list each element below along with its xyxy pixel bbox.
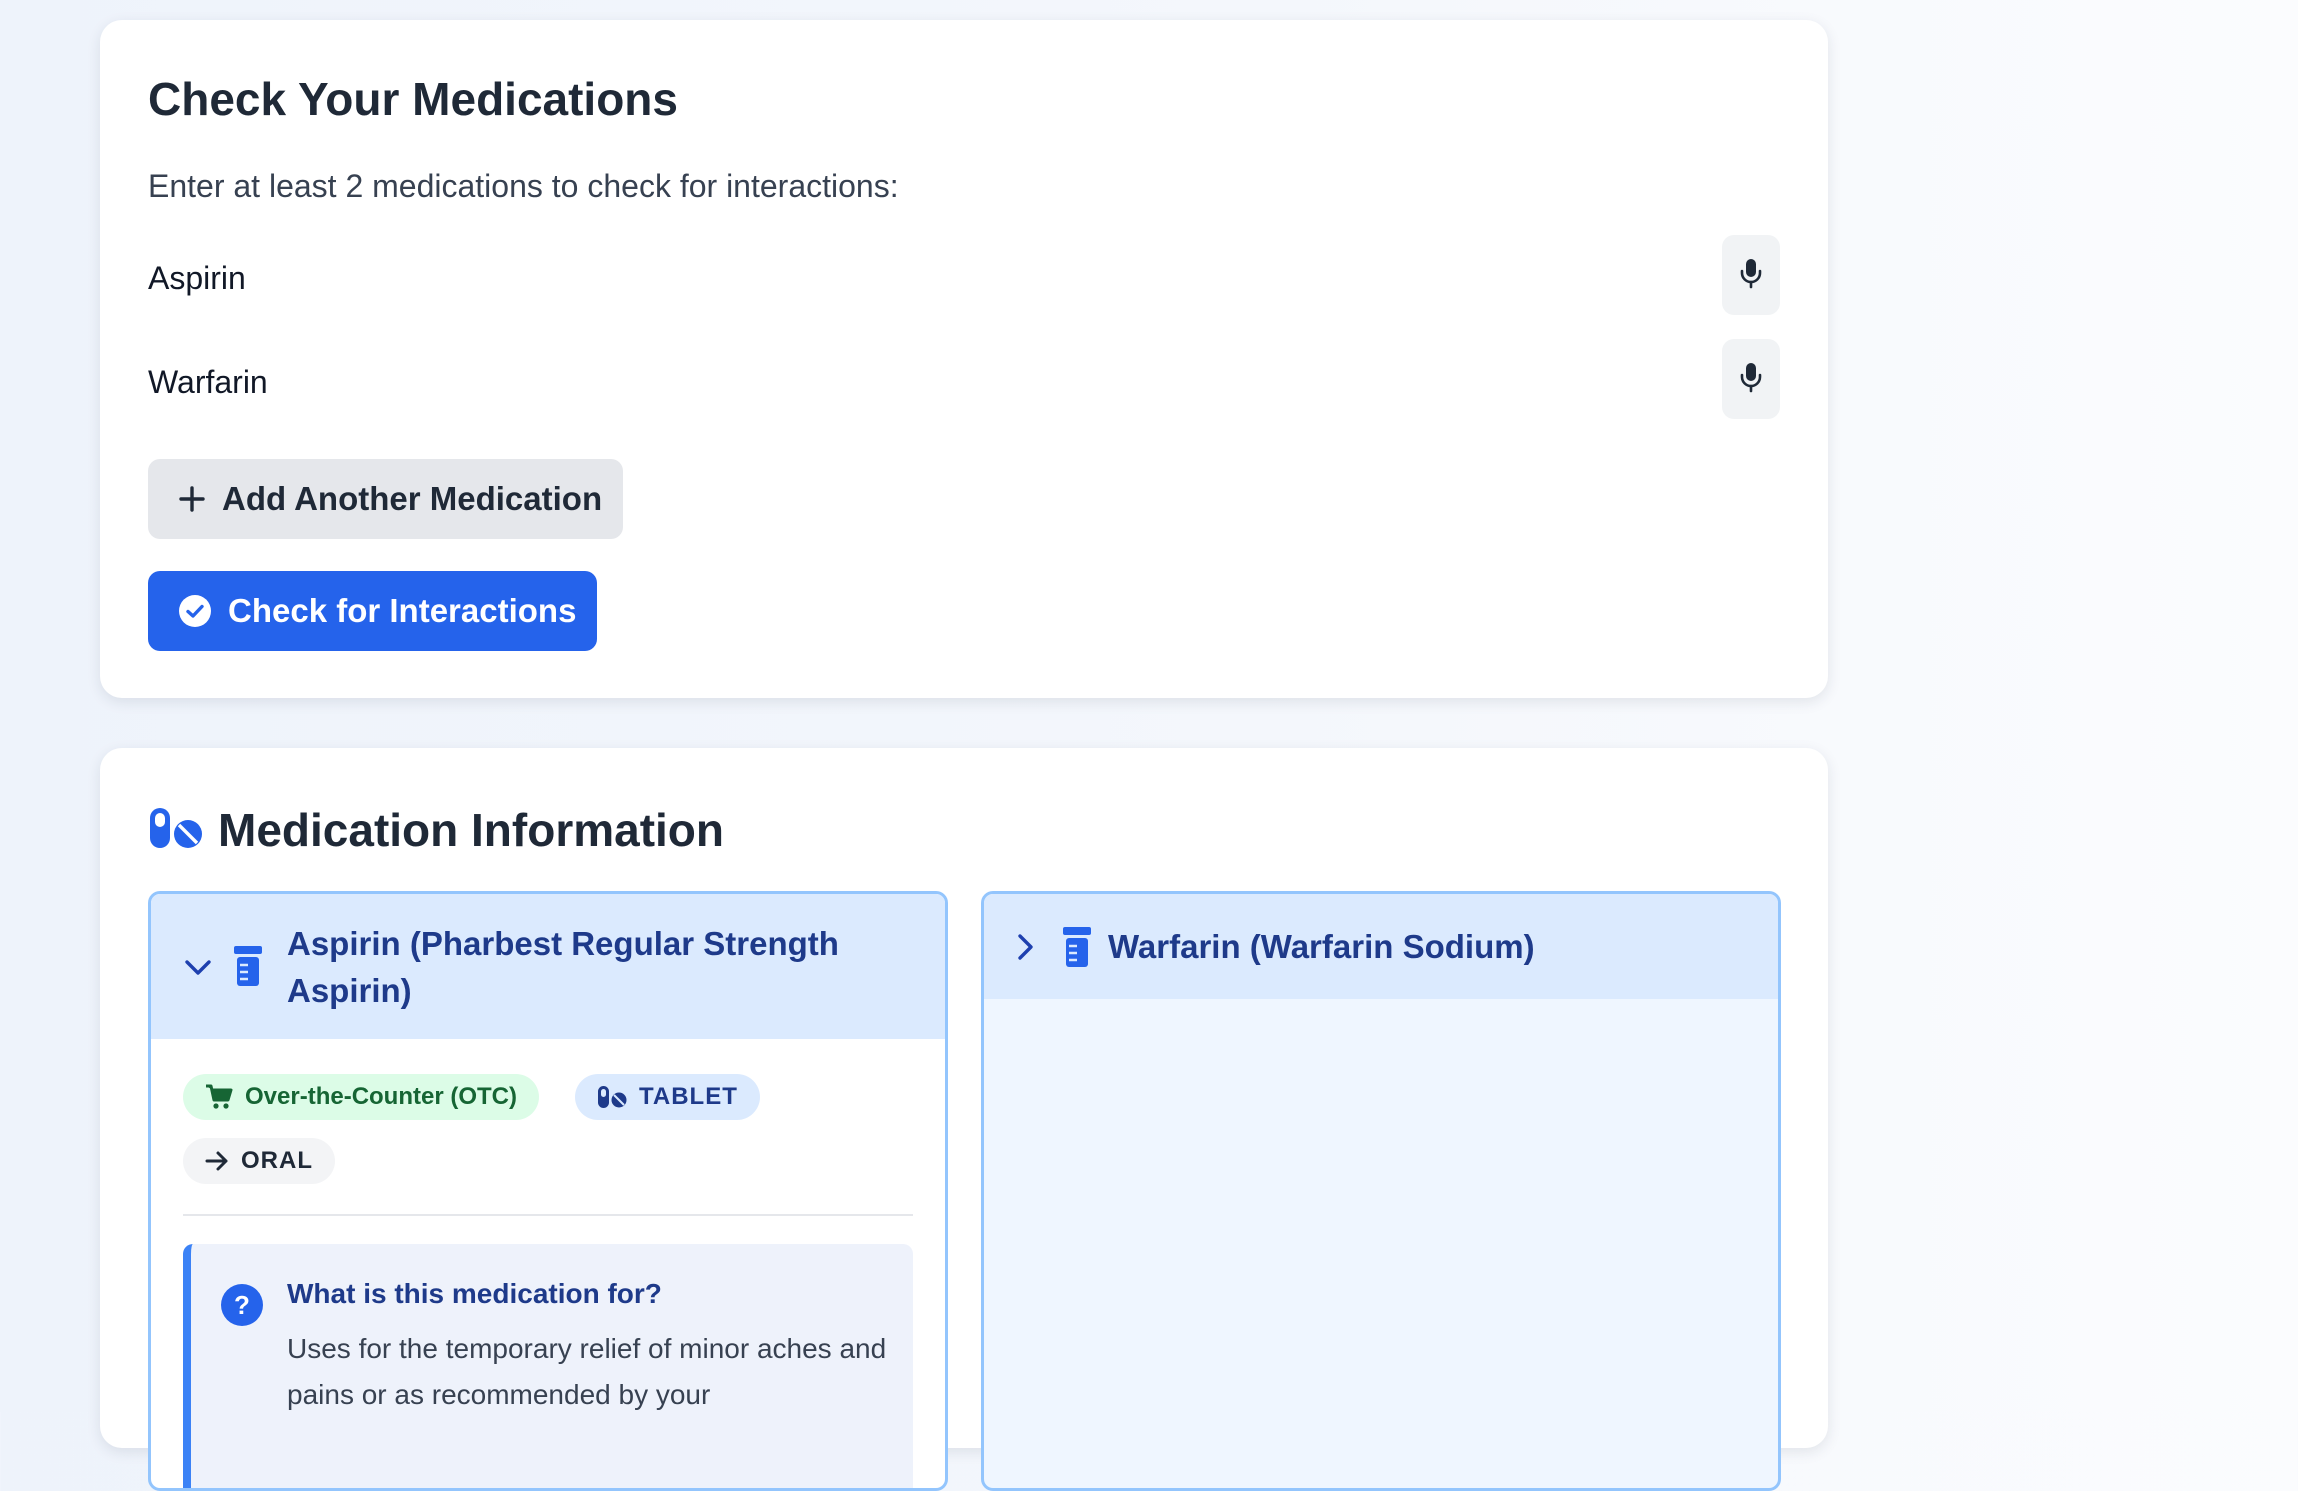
medication-info-card: Medication Information Aspirin (Pharbest… <box>100 748 1828 1491</box>
medication-card-header[interactable]: Warfarin (Warfarin Sodium) <box>984 894 1778 999</box>
checker-intro: Enter at least 2 medications to check fo… <box>148 168 899 204</box>
route-badge: ORAL <box>183 1138 335 1184</box>
medication-purpose-box: ? What is this medication for? Uses for … <box>183 1244 913 1488</box>
mic-icon <box>1739 361 1763 398</box>
add-medication-button[interactable]: Add Another Medication <box>148 459 623 539</box>
chevron-right-icon[interactable] <box>1014 932 1036 967</box>
question-icon: ? <box>221 1284 263 1326</box>
form-label: TABLET <box>639 1083 738 1110</box>
arrow-right-icon <box>205 1150 229 1172</box>
add-medication-label: Add Another Medication <box>222 480 603 517</box>
medication-info-title: Medication Information <box>218 804 724 856</box>
medication-name: Warfarin (Warfarin Sodium) <box>1108 928 1535 965</box>
medication-checker-card: Check Your Medications Enter at least 2 … <box>100 20 1828 698</box>
medication-card-header[interactable]: Aspirin (Pharbest Regular Strength Aspir… <box>151 894 945 1039</box>
mic-icon <box>1739 257 1763 294</box>
pill-bottle-icon <box>1062 926 1092 973</box>
pills-icon <box>148 806 204 855</box>
medication-input-2[interactable]: Warfarin <box>148 364 268 401</box>
plus-icon <box>178 485 206 513</box>
check-interactions-button[interactable]: Check for Interactions <box>148 571 597 651</box>
medication-row-2: Warfarin <box>148 339 1780 419</box>
medication-input-1[interactable]: Aspirin <box>148 260 246 297</box>
voice-input-button-1[interactable] <box>1722 235 1780 315</box>
pills-icon <box>597 1085 627 1109</box>
divider <box>183 1214 913 1216</box>
cart-icon <box>205 1084 233 1110</box>
pill-bottle-icon <box>233 945 263 992</box>
purpose-text: Uses for the temporary relief of minor a… <box>287 1333 887 1410</box>
check-circle-icon <box>178 594 212 628</box>
chevron-down-icon[interactable] <box>183 956 213 983</box>
purpose-title: What is this medication for? <box>287 1278 662 1309</box>
otc-label: Over-the-Counter (OTC) <box>245 1083 517 1110</box>
medication-name: Aspirin (Pharbest Regular Strength Aspir… <box>287 925 839 1009</box>
check-interactions-label: Check for Interactions <box>228 592 577 629</box>
otc-badge: Over-the-Counter (OTC) <box>183 1074 539 1120</box>
checker-title: Check Your Medications <box>148 73 678 125</box>
medication-card-warfarin: Warfarin (Warfarin Sodium) <box>981 891 1781 1491</box>
form-badge: TABLET <box>575 1074 760 1120</box>
medication-row-1: Aspirin <box>148 235 1780 315</box>
medication-card-aspirin: Aspirin (Pharbest Regular Strength Aspir… <box>148 891 948 1491</box>
voice-input-button-2[interactable] <box>1722 339 1780 419</box>
route-label: ORAL <box>241 1147 313 1174</box>
